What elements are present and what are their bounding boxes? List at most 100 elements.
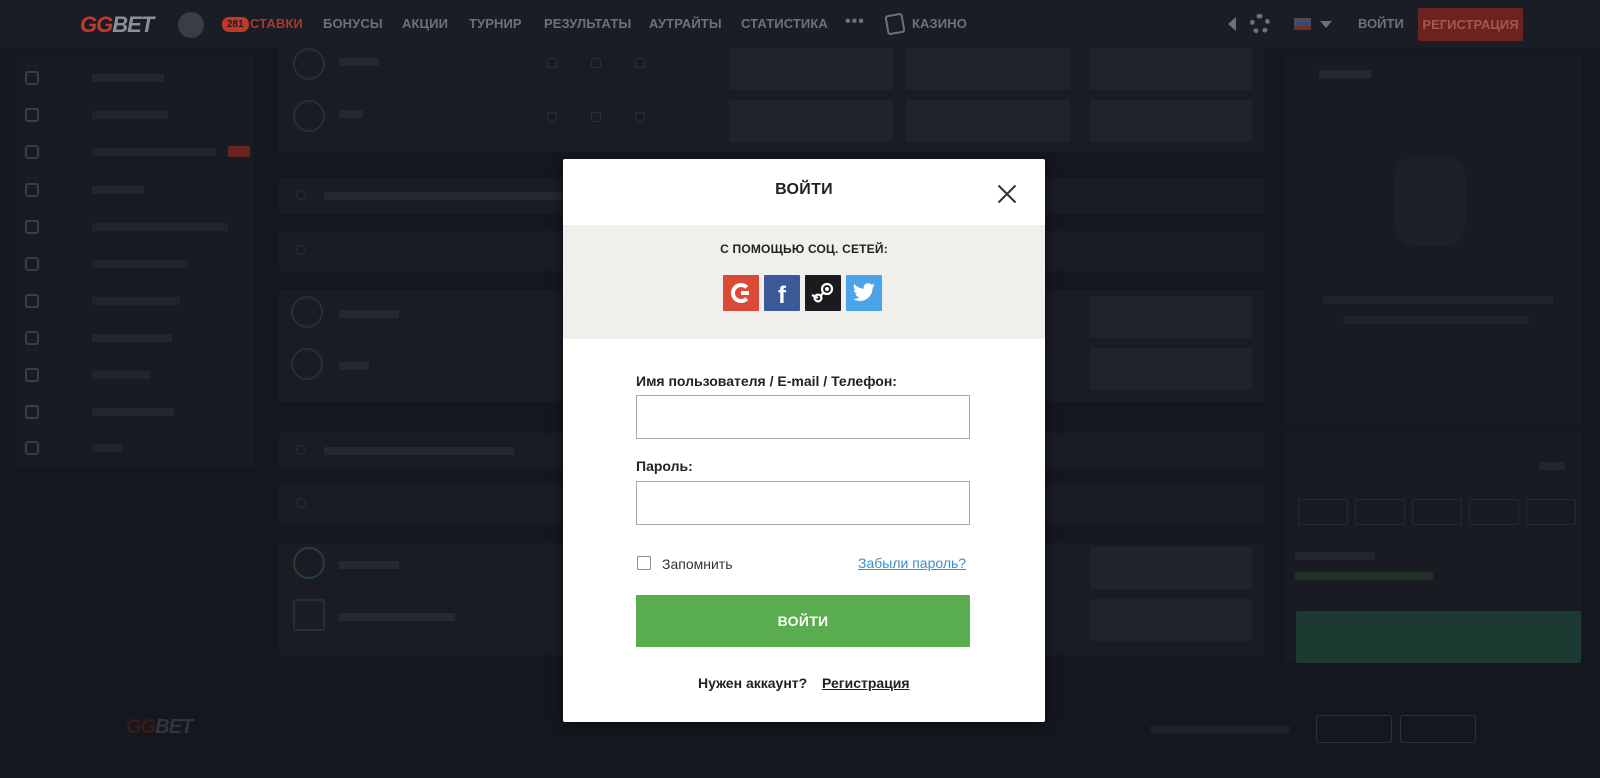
- app-store-button[interactable]: [1316, 715, 1392, 743]
- sidebar-item-label: [92, 260, 188, 268]
- more-menu[interactable]: •••: [845, 13, 865, 31]
- arrow-left-icon[interactable]: [1228, 17, 1236, 31]
- login-submit-button[interactable]: ВОЙТИ: [636, 595, 970, 647]
- market-icon: [296, 245, 306, 255]
- sidebar-item[interactable]: [16, 365, 254, 385]
- betslip-tab: [1319, 70, 1371, 78]
- odds-button[interactable]: [1090, 348, 1252, 390]
- stake-chip[interactable]: [1298, 499, 1348, 525]
- stake-chip[interactable]: [1469, 499, 1519, 525]
- password-input[interactable]: [636, 481, 970, 525]
- sidebar-item-label: [92, 297, 180, 305]
- league-name: [324, 447, 514, 455]
- gear-icon[interactable]: [1250, 14, 1270, 34]
- score-cell: [635, 58, 645, 68]
- team-name: [339, 613, 455, 621]
- sidebar-item[interactable]: [16, 180, 254, 200]
- sidebar-item-label: [92, 223, 228, 231]
- league-icon: [296, 190, 306, 200]
- sidebar-item[interactable]: [16, 438, 254, 458]
- odds-button[interactable]: [1090, 296, 1252, 338]
- new-badge: [228, 146, 250, 157]
- sidebar-item[interactable]: [16, 254, 254, 274]
- team-logo: [293, 48, 325, 80]
- team-name: [339, 561, 399, 569]
- stake-chip[interactable]: [1355, 499, 1405, 525]
- password-label: Пароль:: [636, 458, 693, 474]
- nav-results[interactable]: РЕЗУЛЬТАТЫ: [544, 16, 631, 31]
- header-login-button[interactable]: ВОЙТИ: [1358, 16, 1404, 31]
- market-icon: [296, 498, 306, 508]
- total-stake-label: [1295, 552, 1375, 560]
- sport-icon: [25, 331, 39, 345]
- social-login-section: С ПОМОЩЬЮ СОЦ. СЕТЕЙ: f: [563, 225, 1045, 339]
- odds-button[interactable]: [906, 48, 1070, 90]
- odds-button[interactable]: [729, 100, 893, 142]
- nav-bets[interactable]: СТАВКИ: [250, 16, 303, 31]
- team-logo: [291, 348, 323, 380]
- username-label: Имя пользователя / E-mail / Телефон:: [636, 373, 897, 389]
- odds-button[interactable]: [729, 48, 893, 90]
- sidebar-item-label: [92, 371, 150, 379]
- close-icon[interactable]: [995, 182, 1019, 206]
- facebook-login-button[interactable]: f: [764, 275, 800, 311]
- team-name: [339, 58, 379, 66]
- odds-button[interactable]: [1090, 599, 1252, 641]
- odds-button[interactable]: [1090, 547, 1252, 589]
- google-icon: [731, 283, 751, 303]
- google-login-button[interactable]: [723, 275, 759, 311]
- chevron-down-icon[interactable]: [1320, 21, 1332, 28]
- empty-hint: [1323, 296, 1553, 304]
- sidebar-item[interactable]: [16, 105, 254, 125]
- stake-chip[interactable]: [1412, 499, 1462, 525]
- google-play-button[interactable]: [1400, 715, 1476, 743]
- score-cell: [591, 58, 601, 68]
- twitter-icon: [852, 283, 875, 301]
- sidebar-item[interactable]: [16, 217, 254, 237]
- odds-button[interactable]: [906, 100, 1070, 142]
- match-block: [279, 48, 1264, 152]
- need-account-text: Нужен аккаунт?: [698, 675, 808, 691]
- language-flag-icon[interactable]: [1294, 18, 1311, 30]
- score-cell: [591, 112, 601, 122]
- username-input[interactable]: [636, 395, 970, 439]
- ggbet-logo[interactable]: GGBET: [80, 12, 154, 38]
- sport-icon: [25, 183, 39, 197]
- stake-chip[interactable]: [1526, 499, 1576, 525]
- odds-button[interactable]: [1090, 48, 1252, 90]
- sidebar-item[interactable]: [16, 68, 254, 88]
- nav-promotions[interactable]: АКЦИИ: [402, 16, 448, 31]
- nav-casino[interactable]: КАЗИНО: [912, 16, 967, 31]
- nav-bonuses[interactable]: БОНУСЫ: [323, 16, 383, 31]
- remember-checkbox[interactable]: [637, 556, 651, 570]
- header-register-button[interactable]: РЕГИСТРАЦИЯ: [1418, 8, 1523, 41]
- remember-label[interactable]: Запомнить: [662, 556, 733, 572]
- twitter-login-button[interactable]: [846, 275, 882, 311]
- place-bet-button[interactable]: [1296, 611, 1581, 663]
- team-name: [339, 110, 363, 118]
- sidebar-item-label: [92, 444, 122, 452]
- register-link[interactable]: Регистрация: [822, 675, 910, 691]
- casino-cards-icon: [884, 12, 906, 36]
- team-logo: [293, 599, 325, 631]
- sidebar-item-label: [92, 334, 172, 342]
- odds-button[interactable]: [1090, 100, 1252, 142]
- steam-login-button[interactable]: [805, 275, 841, 311]
- sidebar-item[interactable]: [16, 291, 254, 311]
- sidebar-item[interactable]: [16, 328, 254, 348]
- nav-outrights[interactable]: АУТРАЙТЫ: [649, 16, 722, 31]
- clear-label: [1539, 462, 1565, 470]
- social-title: С ПОМОЩЬЮ СОЦ. СЕТЕЙ:: [720, 242, 888, 256]
- sidebar-item[interactable]: [16, 142, 254, 162]
- sport-icon: [25, 405, 39, 419]
- forgot-password-link[interactable]: Забыли пароль?: [858, 555, 966, 571]
- nav-statistics[interactable]: СТАТИСТИКА: [741, 16, 828, 31]
- nav-tournament[interactable]: ТУРНИР: [469, 16, 522, 31]
- empty-betslip-illustration: [1395, 156, 1465, 246]
- league-name: [324, 192, 564, 200]
- sport-icon: [25, 220, 39, 234]
- team-name: [339, 362, 369, 370]
- sidebar-item[interactable]: [16, 402, 254, 422]
- facebook-icon: f: [778, 282, 786, 309]
- footer-logo: GGBET: [126, 716, 193, 738]
